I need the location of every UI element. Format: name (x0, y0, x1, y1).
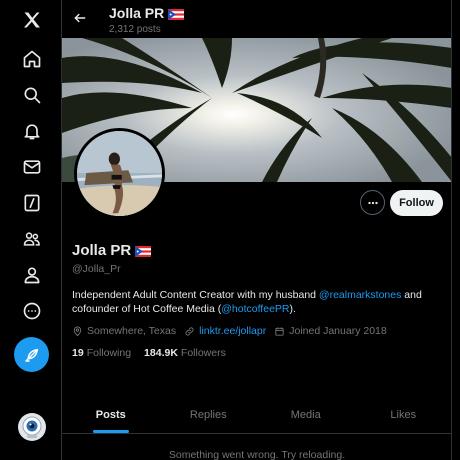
tab-media[interactable]: Media (257, 396, 355, 433)
back-arrow-icon[interactable] (68, 6, 92, 30)
active-tab-indicator (92, 430, 129, 433)
location-pin-icon (73, 326, 82, 336)
feather-icon (24, 348, 38, 362)
tab-label: Likes (390, 408, 417, 421)
bio-text: ). (289, 303, 296, 315)
error-message: Something went wrong. Try reloading. (168, 449, 346, 460)
more-circle-icon[interactable] (16, 295, 48, 327)
website-item: linktr.ee/jollapr (184, 325, 266, 337)
grok-icon[interactable] (16, 187, 48, 219)
location-text: Somewhere, Texas (87, 325, 177, 337)
profile-display-name: Jolla PR (72, 242, 152, 261)
header-profile-name: Jolla PR (109, 5, 185, 23)
followers-count: 184.9K (144, 347, 178, 359)
website-link[interactable]: linktr.ee/jollapr (199, 325, 266, 337)
tab-label: Media (290, 408, 321, 421)
bio-mention-link[interactable]: @hotcoffeePR (221, 303, 289, 315)
communities-icon[interactable] (16, 223, 48, 255)
puerto-rico-flag-icon (168, 7, 185, 23)
joined-item: Joined January 2018 (274, 325, 387, 337)
profile-tabs: Posts Replies Media Likes (62, 396, 452, 434)
left-nav-rail (0, 0, 62, 460)
following-link[interactable]: 19 Following (72, 347, 131, 359)
header-post-count: 2,312 posts (109, 24, 161, 35)
tab-replies[interactable]: Replies (160, 396, 258, 433)
header-name-text: Jolla PR (109, 5, 165, 21)
more-options-button[interactable] (360, 190, 385, 215)
tab-likes[interactable]: Likes (355, 396, 452, 433)
mail-icon[interactable] (16, 151, 48, 183)
calendar-icon (275, 326, 284, 336)
tab-label: Posts (95, 408, 126, 421)
tab-label: Replies (189, 408, 227, 421)
bio-mention-link[interactable]: @realmarkstones (319, 289, 401, 301)
follow-button[interactable]: Follow (390, 190, 443, 216)
bio-text: Independent Adult Content Creator with m… (72, 289, 319, 301)
followers-label: Followers (180, 347, 226, 359)
joined-text: Joined January 2018 (289, 325, 387, 337)
profile-header-bar: Jolla PR 2,312 posts (62, 0, 451, 38)
more-horizontal-icon (367, 201, 378, 204)
link-icon (185, 326, 194, 336)
profile-avatar[interactable] (74, 128, 165, 219)
account-avatar[interactable] (18, 413, 46, 441)
profile-bio: Independent Adult Content Creator with m… (72, 288, 442, 316)
profile-meta-row: Somewhere, Texas linktr.ee/jollapr Joine… (72, 324, 395, 338)
home-icon[interactable] (16, 43, 48, 75)
tab-posts[interactable]: Posts (62, 396, 160, 433)
bell-icon[interactable] (16, 115, 48, 147)
profile-icon[interactable] (16, 259, 48, 291)
compose-post-button[interactable] (14, 337, 49, 372)
location-item: Somewhere, Texas (72, 325, 176, 337)
follow-stats: 19 Following 184.9K Followers (72, 347, 239, 359)
following-label: Following (86, 347, 132, 359)
following-count: 19 (72, 347, 84, 359)
profile-main-column: Jolla PR 2,312 posts Follow Jolla PR @Jo… (62, 0, 452, 460)
puerto-rico-flag-icon (135, 244, 152, 261)
search-icon[interactable] (16, 79, 48, 111)
x-logo-icon[interactable] (16, 4, 48, 36)
followers-link[interactable]: 184.9K Followers (144, 347, 226, 359)
display-name-text: Jolla PR (72, 242, 132, 259)
profile-handle: @Jolla_Pr (72, 263, 121, 275)
